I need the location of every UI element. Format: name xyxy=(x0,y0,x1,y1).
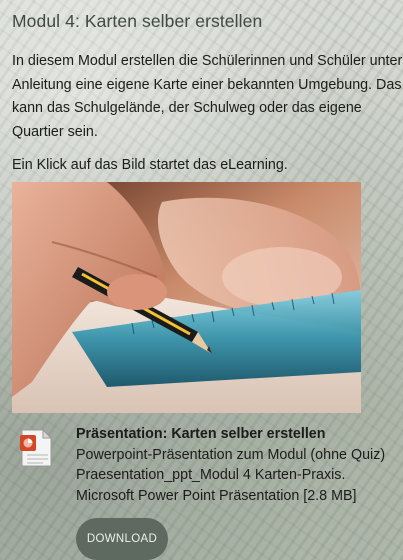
download-details: Präsentation: Karten selber erstellen Po… xyxy=(76,424,403,506)
powerpoint-file-icon xyxy=(20,429,53,467)
module-card: Modul 4: Karten selber erstellen In dies… xyxy=(12,0,403,560)
elearning-start-image[interactable] xyxy=(12,182,361,413)
download-filetype: Microsoft Power Point Präsentation [2.8 … xyxy=(76,487,357,504)
download-filename: Praesentation_ppt_Modul 4 Karten-Praxis. xyxy=(76,467,346,483)
module-title: Modul 4: Karten selber erstellen xyxy=(12,11,263,31)
download-title: Präsentation: Karten selber erstellen xyxy=(76,426,326,442)
download-description: Powerpoint-Präsentation zum Modul (ohne … xyxy=(76,446,386,463)
download-button[interactable]: DOWNLOAD xyxy=(76,518,168,560)
elearning-hint-text: Ein Klick auf das Bild startet das eLear… xyxy=(12,157,288,173)
module-intro-text: In diesem Modul erstellen die Schülerinn… xyxy=(12,53,403,140)
